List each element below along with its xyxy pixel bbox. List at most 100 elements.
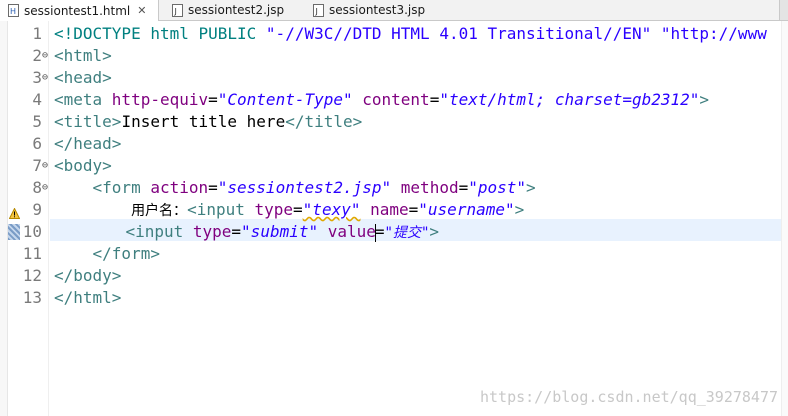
- equals-token: =: [374, 222, 385, 241]
- tag-token: </html>: [54, 288, 122, 307]
- tag-token: >: [526, 178, 536, 197]
- line-number: 11: [22, 244, 42, 263]
- code-line-4[interactable]: <meta http-equiv="Content-Type" content=…: [54, 89, 709, 111]
- html-file-icon: H: [8, 4, 19, 17]
- tab-label: sessiontest3.jsp: [329, 3, 426, 17]
- equals-token: =: [429, 90, 440, 109]
- line-number: 7: [32, 156, 42, 175]
- tab-label: sessiontest1.html: [24, 3, 131, 18]
- value-token: "Content-Type": [217, 90, 353, 109]
- warning-icon[interactable]: [8, 204, 21, 219]
- tag-token: <title>: [54, 112, 122, 131]
- line-number: 8: [32, 178, 42, 197]
- tab-bar-edge: [779, 0, 788, 20]
- code-line-1[interactable]: <!DOCTYPE html PUBLIC "-//W3C//DTD HTML …: [54, 23, 767, 45]
- fold-collapse-icon[interactable]: ⊖: [42, 155, 48, 177]
- line-number: 1: [32, 24, 42, 43]
- tag-token: <html>: [54, 46, 112, 65]
- tag-token: <body>: [54, 156, 112, 175]
- equals-token: =: [408, 200, 419, 219]
- line-number: 6: [32, 134, 42, 153]
- tag-token: <head>: [54, 68, 112, 87]
- value-token: "text/html; charset=gb2312": [439, 90, 700, 109]
- tag-token: <form: [92, 178, 151, 197]
- line-number: 9: [32, 200, 42, 219]
- watermark: https://blog.csdn.net/qq_39278477: [479, 388, 778, 406]
- tag-token: >: [514, 200, 525, 219]
- tag-token: <input: [187, 200, 255, 219]
- code-line-10[interactable]: <input type="submit" value="提交">: [58, 221, 439, 244]
- code-line-12[interactable]: </body>: [54, 265, 121, 287]
- attr-token: type: [192, 222, 232, 241]
- code-line-5[interactable]: <title>Insert title here</title>: [54, 111, 362, 133]
- value-token: "提交": [384, 225, 430, 241]
- line-number: 10: [22, 222, 42, 241]
- equals-token: =: [293, 200, 303, 219]
- line-number: 5: [32, 112, 42, 131]
- attr-token: value: [318, 222, 376, 241]
- occurrence-marker-icon: [8, 224, 20, 240]
- code-line-13[interactable]: </html>: [54, 287, 121, 309]
- editor-tab-bar: H sessiontest1.html ✕ J sessiontest2.jsp…: [0, 0, 788, 21]
- value-token: "username": [418, 200, 515, 219]
- fold-collapse-icon[interactable]: ⊖: [42, 177, 48, 199]
- equals-token: =: [231, 222, 242, 241]
- tab-sessiontest3-jsp[interactable]: J sessiontest3.jsp: [305, 0, 445, 20]
- value-token: "post": [468, 178, 527, 197]
- attr-token: http-equiv: [111, 90, 209, 109]
- equals-token: =: [458, 178, 469, 197]
- attr-token: action: [150, 178, 209, 197]
- code-line-8[interactable]: <form action="sessiontest2.jsp" method="…: [54, 177, 536, 199]
- code-line-7[interactable]: <body>: [54, 155, 112, 177]
- fold-collapse-icon[interactable]: ⊖: [42, 45, 48, 67]
- code-line-6[interactable]: </head>: [54, 133, 121, 155]
- svg-text:J: J: [315, 7, 318, 16]
- value-token: "sessiontest2.jsp": [217, 178, 392, 197]
- tag-token: <input: [125, 222, 193, 241]
- tab-sessiontest1-html[interactable]: H sessiontest1.html ✕: [0, 0, 159, 21]
- attr-token: type: [254, 200, 294, 219]
- annotation-ruler: [0, 21, 8, 416]
- tag-token: </title>: [285, 112, 363, 131]
- line-number: 12: [22, 266, 42, 285]
- code-editor[interactable]: 1 2 3 4 5 6 7 8 9 10 11 12 13 ⊖ ⊖ ⊖ ⊖ <!…: [0, 21, 788, 416]
- text-token: Insert title here: [121, 112, 286, 131]
- equals-token: =: [208, 178, 218, 197]
- close-icon[interactable]: ✕: [137, 4, 146, 17]
- overview-ruler[interactable]: [781, 21, 788, 416]
- line-number: 13: [22, 288, 42, 307]
- tag-token: </body>: [54, 266, 122, 285]
- tag-token: <meta: [54, 90, 112, 109]
- line-number: 3: [32, 68, 42, 87]
- code-line-9[interactable]: 用户名：<input type="texy" name="username">: [54, 199, 524, 222]
- line-number: 2: [32, 46, 42, 65]
- code-line-3[interactable]: <head>: [54, 67, 112, 89]
- value-token-warning: "texy": [302, 200, 361, 219]
- doctype-string: "-//W3C//DTD HTML 4.01 Transitional//EN"…: [265, 24, 767, 43]
- tag-token: </head>: [54, 134, 122, 153]
- code-line-2[interactable]: <html>: [54, 45, 112, 67]
- text-token: 用户名：: [131, 203, 188, 219]
- code-line-11[interactable]: </form>: [54, 243, 160, 265]
- doctype-token: <!DOCTYPE html PUBLIC: [54, 24, 266, 43]
- jsp-file-icon: J: [313, 3, 324, 17]
- svg-text:H: H: [10, 7, 16, 16]
- tab-label: sessiontest2.jsp: [188, 3, 285, 17]
- attr-token: name: [360, 200, 409, 219]
- jsp-file-icon: J: [172, 3, 183, 17]
- gutter-separator: [48, 21, 49, 416]
- tag-token: >: [699, 90, 710, 109]
- fold-collapse-icon[interactable]: ⊖: [42, 67, 48, 89]
- svg-text:J: J: [174, 7, 177, 16]
- attr-token: content: [352, 90, 430, 109]
- value-token: "submit": [241, 222, 319, 241]
- equals-token: =: [208, 90, 218, 109]
- tag-token: </form>: [92, 244, 160, 263]
- tab-sessiontest2-jsp[interactable]: J sessiontest2.jsp: [164, 0, 304, 20]
- line-number: 4: [32, 90, 42, 109]
- attr-token: method: [391, 178, 459, 197]
